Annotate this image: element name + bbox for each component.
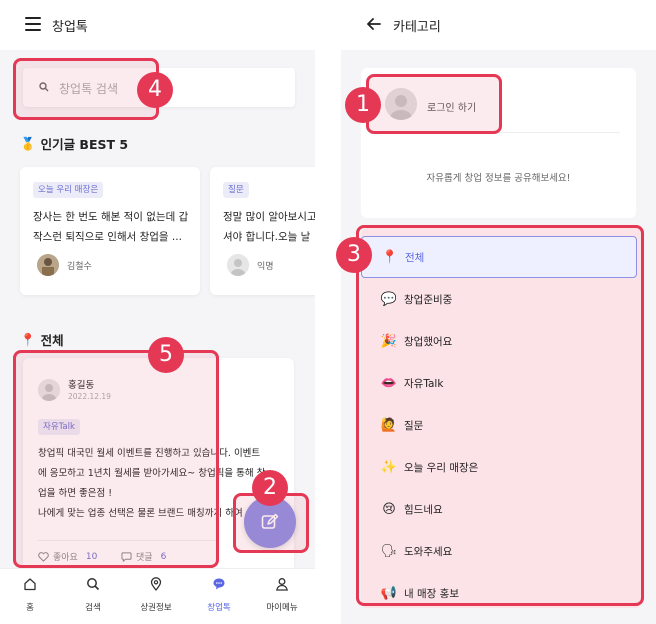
avatar — [37, 254, 59, 276]
category-label: 창업했어요 — [404, 335, 453, 348]
category-tag: 오늘 우리 매장은 — [33, 182, 104, 198]
badge-5: 5 — [148, 337, 184, 373]
author-name: 익명 — [257, 262, 274, 272]
category-label: 오늘 우리 매장은 — [404, 461, 479, 474]
category-label: 질문 — [404, 419, 424, 432]
top-app-bar: 창업톡 — [0, 0, 315, 50]
comment-count: 6 — [160, 551, 167, 562]
post-preview: 정말 많이 알아보시고 셔야 합니다.오늘 날 — [223, 211, 315, 243]
chat-bubble-icon — [213, 578, 225, 590]
location-pin-icon — [150, 577, 162, 591]
popular-section-title: 🥇 인기글 BEST 5 — [20, 134, 128, 153]
raising-hand-icon: 🙋 — [380, 417, 398, 433]
category-label: 자유Talk — [404, 377, 444, 390]
popular-post-card[interactable]: 질문 정말 많이 알아보시고 셔야 합니다.오늘 날 익명 — [210, 167, 315, 295]
all-section-title: 📍 전체 — [20, 330, 64, 349]
nav-label: 창업톡 — [207, 603, 231, 613]
category-item-hard-times[interactable]: 😢 힘드네요 — [361, 488, 641, 530]
post-preview: 장사는 한 번도 해본 적이 없는데 갑작스런 퇴직으로 인해서 창업을 ... — [33, 211, 189, 243]
category-item-preparing[interactable]: 💬 창업준비중 — [361, 278, 641, 320]
person-icon — [275, 578, 289, 591]
megaphone-icon: 📢 — [380, 585, 398, 601]
speaking-head-icon: 🗣 — [380, 543, 398, 559]
nav-label: 마이메뉴 — [266, 603, 298, 613]
category-item-today-store[interactable]: ✨ 오늘 우리 매장은 — [361, 446, 641, 488]
comment-button[interactable]: 댓글 6 — [121, 550, 166, 563]
like-label: 좋아요 — [53, 553, 78, 563]
category-tag: 자유Talk — [38, 419, 80, 435]
like-button[interactable]: 좋아요 10 — [38, 550, 97, 563]
badge-4: 4 — [137, 72, 173, 108]
nav-search[interactable]: 검색 — [63, 577, 123, 614]
login-card: 로그인 하기 자유롭게 창업 정보를 공유해보세요! — [361, 68, 636, 218]
category-screen: 카테고리 로그인 하기 자유롭게 창업 정보를 공유해보세요! 📍 전체 💬 창… — [341, 0, 656, 624]
category-label: 내 매장 홍보 — [404, 587, 459, 600]
category-tag: 질문 — [223, 182, 249, 198]
comment-label: 댓글 — [136, 553, 153, 563]
nav-home[interactable]: 홈 — [0, 577, 60, 614]
category-label: 힘드네요 — [404, 503, 443, 516]
avatar — [38, 379, 60, 401]
category-item-promo[interactable]: 📢 내 매장 홍보 — [361, 572, 641, 614]
pin-icon: 📍 — [381, 249, 399, 265]
post-date: 2022.12.19 — [68, 392, 111, 401]
login-button[interactable]: 로그인 하기 — [427, 99, 476, 114]
crying-face-icon: 😢 — [382, 501, 396, 517]
home-icon — [24, 578, 36, 591]
author-name: 홍길동 — [68, 380, 95, 391]
page-title: 카테고리 — [393, 20, 441, 35]
search-icon — [87, 578, 100, 591]
post-line: 창업픽 대국민 월세 이벤트를 진행하고 있습니다. 이벤트 — [38, 448, 261, 459]
category-item-all[interactable]: 📍 전체 — [361, 236, 637, 278]
pin-icon: 📍 — [20, 331, 36, 347]
divider — [38, 540, 218, 541]
page-title: 창업톡 — [52, 20, 88, 35]
nav-label: 상권정보 — [140, 603, 172, 613]
badge-2: 2 — [252, 470, 288, 506]
popular-title-text: 인기글 BEST 5 — [40, 137, 129, 152]
avatar — [385, 88, 417, 120]
category-label: 도와주세요 — [404, 545, 453, 558]
comment-icon — [121, 551, 132, 562]
nav-area-info[interactable]: 상권정보 — [126, 577, 186, 614]
arrow-left-icon[interactable] — [367, 18, 381, 30]
author-name: 김철수 — [67, 262, 92, 272]
search-placeholder: 창업톡 검색 — [59, 82, 119, 96]
category-label: 전체 — [405, 251, 425, 264]
party-popper-icon: 🎉 — [380, 333, 398, 349]
hamburger-icon[interactable] — [25, 17, 41, 31]
nav-label: 홈 — [26, 603, 34, 613]
divider — [385, 132, 620, 133]
login-description: 자유롭게 창업 정보를 공유해보세요! — [426, 173, 571, 184]
badge-3: 3 — [336, 237, 372, 273]
category-item-started[interactable]: 🎉 창업했어요 — [361, 320, 641, 362]
avatar — [227, 254, 249, 276]
heart-icon — [38, 551, 49, 562]
all-title-text: 전체 — [40, 333, 64, 348]
category-item-question[interactable]: 🙋 질문 — [361, 404, 641, 446]
category-item-help[interactable]: 🗣 도와주세요 — [361, 530, 641, 572]
category-item-free-talk[interactable]: 👄 자유Talk — [361, 362, 641, 404]
category-label: 창업준비중 — [404, 293, 453, 306]
medal-icon: 🥇 — [20, 135, 36, 151]
nav-talk[interactable]: 창업톡 — [189, 577, 249, 614]
nav-my-menu[interactable]: 마이메뉴 — [252, 577, 312, 614]
like-count: 10 — [85, 551, 98, 562]
edit-icon — [261, 513, 279, 529]
search-icon — [39, 82, 49, 92]
sparkles-icon: ✨ — [380, 459, 398, 475]
bottom-nav: 홈 검색 상권정보 창업톡 마이메뉴 — [0, 568, 315, 624]
lips-icon: 👄 — [380, 375, 398, 391]
badge-1: 1 — [345, 87, 381, 123]
popular-post-card[interactable]: 오늘 우리 매장은 장사는 한 번도 해본 적이 없는데 갑작스런 퇴직으로 인… — [20, 167, 200, 295]
top-app-bar: 카테고리 — [341, 0, 656, 50]
category-list: 📍 전체 💬 창업준비중 🎉 창업했어요 👄 자유Talk 🙋 질문 ✨ 오늘 … — [361, 228, 641, 608]
speech-bubble-icon: 💬 — [380, 291, 398, 307]
nav-label: 검색 — [85, 603, 101, 613]
